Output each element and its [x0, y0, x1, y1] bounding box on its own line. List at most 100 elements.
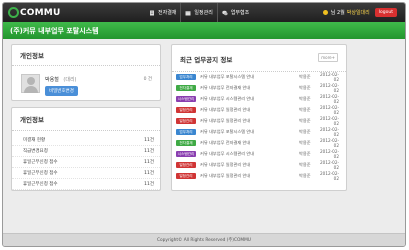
table-row[interactable]: 시스템관리 커뮤 내부업무 시스템관리 안내 박용준 2012-02-02	[176, 94, 339, 104]
list-item-label: 휴일근무신청 접수	[23, 182, 58, 187]
page-title: (주)커뮤 내부업무 포탈시스템	[10, 27, 99, 35]
notice-title[interactable]: 커뮤 내부업무 시스템관리 안내	[200, 96, 299, 102]
logout-button[interactable]: logout	[374, 8, 397, 17]
notice-author: 박용준	[299, 118, 311, 123]
document-icon	[150, 10, 154, 15]
notice-date: 2012-02-02	[319, 149, 339, 159]
category-badge: 일정관리	[176, 107, 196, 113]
list-item-label: 미결재 현황	[23, 138, 46, 143]
list-item[interactable]: 휴일근무신청 접수 11건	[12, 157, 160, 168]
personal-status-list: 미결재 현황 11건 직급변경요청 11건 휴일근무신청 접수 11건 휴일근무신청 …	[12, 131, 160, 190]
logo[interactable]: COMMU	[8, 6, 60, 19]
notice-author: 박용준	[299, 129, 311, 134]
table-row[interactable]: 일정관리 커뮤 내부업무 일정관리 안내 박용준 2012-02-02	[176, 105, 339, 115]
notice-date: 2012-02-02	[319, 72, 339, 82]
notice-author: 박용준	[299, 173, 311, 178]
logo-mark-icon	[8, 7, 19, 18]
notice-title[interactable]: 커뮤 내부업무 전자결재 안내	[200, 140, 299, 146]
category-badge: 일정관리	[176, 162, 196, 168]
chat-icon	[222, 10, 228, 15]
nav-item-cooperation[interactable]: 업무협조	[216, 3, 253, 22]
personal-status-panel: 개인정보 미결재 현황 11건 직급변경요청 11건 휴일근무신청 접수 11건 휴일…	[11, 107, 161, 191]
nav-label-approval: 전자결재	[158, 10, 177, 16]
notice-date: 2012-02-02	[319, 127, 339, 137]
list-item-label: 휴일근무신청 접수	[23, 160, 58, 165]
top-navigation-bar: COMMU 전자결재 일정관리 업무협조 님 2월 박상일대리 logout	[3, 3, 405, 22]
table-row[interactable]: 전자결재 커뮤 내부업무 전자결재 안내 박용준 2012-02-02	[176, 83, 339, 93]
table-row[interactable]: 전자결재 커뮤 내부업무 전자결재 안내 박용준 2012-02-02	[176, 138, 339, 148]
notice-date: 2012-02-02	[319, 116, 339, 126]
copyright-text: Copyright© All Rights Reserved (주)COMMU	[157, 238, 251, 243]
notice-author: 박용준	[299, 140, 311, 145]
table-row[interactable]: 업무처리 커뮤 내부업무 포탈시스템 안내 박용준 2012-02-02	[176, 72, 339, 82]
notice-title[interactable]: 커뮤 내부업무 일정관리 안내	[200, 118, 299, 124]
table-row[interactable]: 일정관리 커뮤 내부업무 일정관리 안내 박용준 2012-02-02	[176, 160, 339, 170]
profile-panel: 개인정보 박용철 (대리) 0 건 비밀번호변경	[11, 44, 161, 101]
more-link[interactable]: more+	[318, 53, 338, 62]
category-badge: 일정관리	[176, 118, 196, 124]
table-row[interactable]: 업무처리 커뮤 내부업무 포탈시스템 안내 박용준 2012-02-02	[176, 127, 339, 137]
category-badge: 시스템관리	[176, 96, 196, 102]
notice-title[interactable]: 커뮤 내부업무 포탈시스템 안내	[200, 74, 299, 80]
profile-name-line: 박용철 (대리)	[45, 76, 77, 83]
avatar-body-icon	[24, 86, 38, 93]
list-item-value: 11건	[144, 160, 154, 165]
category-badge: 시스템관리	[176, 151, 196, 157]
category-badge: 전자결재	[176, 140, 196, 146]
personal-status-title: 개인정보	[12, 108, 160, 131]
category-badge: 업무처리	[176, 74, 196, 80]
category-badge: 일정관리	[176, 173, 196, 179]
notice-author: 박용준	[299, 85, 311, 90]
nav-label-cooperation: 업무협조	[230, 10, 250, 16]
notice-date: 2012-02-02	[319, 94, 339, 104]
notice-date: 2012-02-02	[319, 160, 339, 170]
notice-author: 박용준	[299, 107, 311, 112]
nav-item-approval[interactable]: 전자결재	[145, 3, 180, 22]
app-window: COMMU 전자결재 일정관리 업무협조 님 2월 박상일대리 logout (…	[2, 2, 406, 247]
notice-date: 2012-02-02	[319, 138, 339, 148]
notice-title[interactable]: 커뮤 내부업무 일정관리 안내	[200, 107, 299, 113]
table-row[interactable]: 일정관리 커뮤 내부업무 일정관리 안내 박용준 2012-02-02	[176, 116, 339, 126]
notice-author: 박용준	[299, 151, 311, 156]
category-badge: 업무처리	[176, 129, 196, 135]
profile-count: 0 건	[143, 77, 152, 82]
avatar	[21, 74, 40, 93]
list-item-value: 11건	[144, 138, 154, 143]
notices-panel: 최근 업무공지 정보 more+ 업무처리 커뮤 내부업무 포탈시스템 안내 박용준…	[171, 44, 347, 191]
notice-title[interactable]: 커뮤 내부업무 포탈시스템 안내	[200, 129, 299, 135]
notice-author: 박용준	[299, 96, 311, 101]
list-item[interactable]: 휴일근무신청 접수 11건	[12, 179, 160, 190]
notice-date: 2012-02-02	[319, 171, 339, 181]
profile-rank: (대리)	[63, 77, 77, 83]
list-item[interactable]: 직급변경요청 11건	[12, 146, 160, 157]
main-nav: 전자결재 일정관리 업무협조	[145, 3, 253, 22]
calendar-icon	[185, 10, 191, 15]
notice-author: 박용준	[299, 162, 311, 167]
list-item-value: 11건	[144, 149, 154, 154]
notice-author: 박용준	[299, 74, 311, 79]
list-item-label: 휴일근무신청 접수	[23, 171, 58, 176]
nav-item-schedule[interactable]: 일정관리	[180, 3, 216, 22]
table-row[interactable]: 일정관리 커뮤 내부업무 일정관리 안내 박용준 2012-02-02	[176, 171, 339, 181]
list-item[interactable]: 미결재 현황 11건	[12, 135, 160, 146]
user-greeting: 님 2월	[330, 10, 345, 16]
logo-text: COMMU	[20, 7, 61, 18]
user-name[interactable]: 박상일대리	[347, 9, 370, 16]
table-row[interactable]: 시스템관리 커뮤 내부업무 시스템관리 안내 박용준 2012-02-02	[176, 149, 339, 159]
brand-bar: (주)커뮤 내부업무 포탈시스템	[3, 22, 405, 39]
avatar-head-icon	[27, 77, 35, 85]
footer: Copyright© All Rights Reserved (주)COMMU	[3, 233, 405, 246]
user-area: 님 2월 박상일대리 logout	[322, 8, 397, 17]
nav-label-schedule: 일정관리	[194, 10, 213, 16]
list-item[interactable]: 휴일근무신청 접수 11건	[12, 168, 160, 179]
profile-name: 박용철	[45, 77, 59, 83]
user-icon	[322, 10, 328, 15]
notice-title[interactable]: 커뮤 내부업무 일정관리 안내	[200, 162, 299, 168]
notice-title[interactable]: 커뮤 내부업무 전자결재 안내	[200, 85, 299, 91]
notice-date: 2012-02-02	[319, 83, 339, 93]
change-password-button[interactable]: 비밀번호변경	[45, 86, 78, 96]
notice-title[interactable]: 커뮤 내부업무 일정관리 안내	[200, 173, 299, 179]
profile-panel-title: 개인정보	[12, 45, 160, 66]
notice-title[interactable]: 커뮤 내부업무 시스템관리 안내	[200, 151, 299, 157]
category-badge: 전자결재	[176, 85, 196, 91]
